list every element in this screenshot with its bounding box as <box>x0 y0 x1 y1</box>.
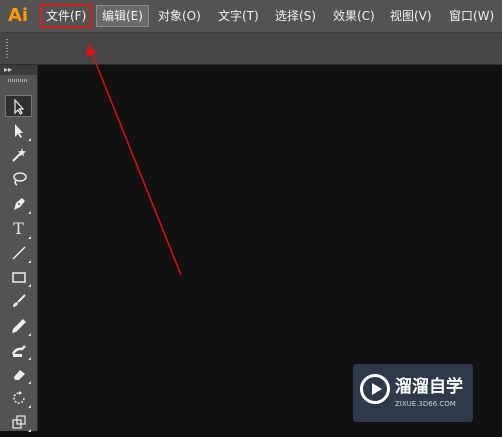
tools-panel-grip[interactable] <box>8 79 28 82</box>
type-tool-glyph: T <box>13 219 24 238</box>
scale-tool-icon[interactable] <box>5 411 32 433</box>
control-bar <box>0 33 502 65</box>
line-tool-icon[interactable] <box>5 242 32 264</box>
menu-effect[interactable]: 效果(C) <box>333 6 375 26</box>
eraser-tool-icon[interactable] <box>5 363 32 385</box>
selection-tool-icon[interactable] <box>5 95 32 117</box>
menu-bar: Ai 文件(F) 编辑(E) 对象(O) 文字(T) 选择(S) 效果(C) 视… <box>0 0 502 33</box>
blob-brush-tool-icon[interactable] <box>5 339 32 361</box>
menu-edit[interactable]: 编辑(E) <box>96 5 149 27</box>
pencil-tool-icon[interactable] <box>5 315 32 337</box>
menu-object[interactable]: 对象(O) <box>158 6 201 26</box>
watermark-title: 溜溜自学 <box>395 377 463 397</box>
control-bar-grip[interactable] <box>6 39 8 59</box>
collapse-icon[interactable]: ▸▸ <box>0 65 37 75</box>
rectangle-tool-icon[interactable] <box>5 266 32 288</box>
type-tool-icon[interactable]: T <box>5 218 32 240</box>
watermark-subtitle: ZIXUE.3D66.COM <box>395 400 456 408</box>
paintbrush-tool-icon[interactable] <box>5 290 32 312</box>
direct-selection-tool-icon[interactable] <box>5 120 32 142</box>
watermark: 溜溜自学 ZIXUE.3D66.COM <box>353 364 473 422</box>
app-logo: Ai <box>8 5 29 26</box>
pen-tool-icon[interactable] <box>5 193 32 215</box>
play-logo-icon <box>360 374 390 404</box>
rotate-tool-icon[interactable] <box>5 387 32 409</box>
menu-view[interactable]: 视图(V) <box>390 6 432 26</box>
magic-wand-tool-icon[interactable] <box>5 144 32 166</box>
tools-panel: ▸▸ T <box>0 65 38 433</box>
lasso-tool-icon[interactable] <box>5 168 32 190</box>
menu-file[interactable]: 文件(F) <box>40 4 93 28</box>
menu-window[interactable]: 窗口(W) <box>449 6 494 26</box>
menu-type[interactable]: 文字(T) <box>218 6 259 26</box>
menu-select[interactable]: 选择(S) <box>275 6 316 26</box>
